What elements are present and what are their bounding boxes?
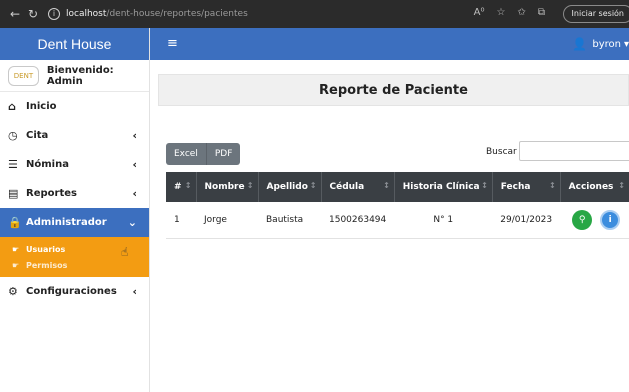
sort-icon: ↕ — [618, 181, 625, 190]
sidebar: Dent House DENT Bienvenido: Admin ⌂ Inic… — [0, 28, 150, 392]
cell-nombre: Jorge — [196, 202, 258, 239]
pdf-button[interactable]: PDF — [206, 143, 241, 165]
cell-fecha: 29/01/2023 — [492, 202, 561, 239]
reload-icon[interactable]: ↻ — [24, 7, 42, 21]
hand-point-icon: ☛ — [12, 244, 20, 254]
submenu-item-permisos[interactable]: ☛ Permisos — [0, 257, 149, 273]
sidebar-item-label: Reportes — [26, 188, 77, 199]
search-input[interactable] — [519, 141, 629, 161]
sidebar-item-configuraciones[interactable]: ⚙ Configuraciones ‹ — [0, 277, 149, 306]
collections-icon[interactable]: ⧉ — [538, 7, 545, 18]
table-header-row: # ↕ Nombre ↕ Apellido ↕ Cédula ↕ Historia Cl… — [166, 172, 629, 202]
info-icon[interactable]: i — [48, 8, 60, 20]
sort-icon: ↕ — [383, 181, 390, 190]
gears-icon: ⚙ — [8, 285, 18, 298]
sort-icon: ↕ — [548, 181, 556, 190]
info-icon[interactable]: i — [600, 209, 621, 230]
chevron-left-icon: ‹ — [132, 187, 137, 200]
url-host: localhost — [66, 9, 107, 19]
column-header-fecha[interactable]: Fecha ↕ — [492, 172, 561, 202]
home-icon: ⌂ — [8, 100, 16, 113]
url-path: /dent-house/reportes/pacientes — [106, 9, 248, 19]
welcome-text: Bienvenido: Admin — [46, 64, 114, 87]
cell-cedula: 1500263494 — [321, 202, 395, 239]
chevron-down-icon: ⌄ — [127, 216, 137, 229]
page-title: Reporte de Paciente — [158, 74, 629, 106]
sidebar-item-administrador[interactable]: 🔒 Administrador ⌄ — [0, 208, 149, 237]
search-icon[interactable]: ⚲ — [572, 209, 593, 230]
top-navbar: ≡ 👤 byron ▾ — [150, 28, 629, 60]
column-header-historia[interactable]: Historia Clínica ↕ — [394, 172, 493, 202]
brand-title[interactable]: Dent House — [0, 28, 149, 60]
sort-icon: ↕ — [184, 181, 192, 190]
signin-button[interactable]: Iniciar sesión — [562, 5, 629, 23]
cell-apellido: Bautista — [258, 202, 321, 239]
back-arrow-icon[interactable]: ← — [6, 7, 24, 21]
search-label: Buscar — [486, 147, 517, 157]
user-menu[interactable]: 👤 byron ▾ — [572, 37, 629, 51]
browser-toolbar: ← ↻ i localhost/dent-house/reportes/paci… — [0, 0, 629, 28]
user-icon: 👤 — [572, 37, 588, 51]
caret-down-icon: ▾ — [623, 38, 629, 50]
sidebar-item-label: Nómina — [26, 159, 69, 170]
column-header-num[interactable]: # ↕ — [166, 172, 197, 202]
lock-icon: 🔒 — [8, 216, 22, 229]
column-header-acciones[interactable]: Acciones ↕ — [560, 172, 629, 202]
excel-button[interactable]: Excel — [166, 143, 207, 165]
column-header-cedula[interactable]: Cédula ↕ — [321, 172, 395, 202]
file-icon: ▤ — [8, 187, 19, 200]
cell-num: 1 — [166, 202, 196, 239]
address-bar[interactable]: localhost/dent-house/reportes/pacientes — [66, 9, 248, 19]
list-icon: ☰ — [8, 158, 18, 171]
submenu-item-label: Usuarios — [26, 244, 66, 254]
hamburger-menu-icon[interactable]: ≡ — [167, 36, 178, 51]
table-row: 1 Jorge Bautista 1500263494 N° 1 29/01/2… — [166, 202, 629, 239]
cell-acciones: ⚲ i — [560, 202, 629, 239]
column-header-apellido[interactable]: Apellido ↕ — [258, 172, 322, 202]
sidebar-item-cita[interactable]: ◷ Cita ‹ — [0, 121, 149, 150]
column-header-nombre[interactable]: Nombre ↕ — [196, 172, 259, 202]
pointer-cursor-icon: ☝ — [121, 245, 129, 259]
sidebar-item-reportes[interactable]: ▤ Reportes ‹ — [0, 179, 149, 208]
sort-icon: ↕ — [309, 181, 317, 190]
sort-icon: ↕ — [246, 181, 254, 190]
sidebar-item-label: Administrador — [26, 217, 107, 228]
user-panel: DENT Bienvenido: Admin — [0, 60, 149, 92]
sidebar-item-label: Cita — [26, 130, 49, 141]
export-buttons: Excel PDF — [166, 143, 241, 165]
sidebar-item-label: Inicio — [26, 101, 57, 112]
main-content: Reporte de Paciente Excel PDF Buscar # ↕ … — [150, 60, 629, 392]
sidebar-item-nomina[interactable]: ☰ Nómina ‹ — [0, 150, 149, 179]
chevron-left-icon: ‹ — [132, 158, 137, 171]
clock-icon: ◷ — [8, 129, 18, 142]
chevron-left-icon: ‹ — [132, 129, 137, 142]
chevron-left-icon: ‹ — [132, 285, 137, 298]
sidebar-item-inicio[interactable]: ⌂ Inicio — [0, 92, 149, 121]
username: byron — [592, 38, 621, 50]
sidebar-item-label: Configuraciones — [26, 286, 117, 297]
favorite-icon[interactable]: ☆ — [497, 7, 506, 18]
submenu-item-label: Permisos — [26, 260, 68, 270]
patients-table: # ↕ Nombre ↕ Apellido ↕ Cédula ↕ Historia Cl… — [166, 172, 629, 239]
hand-point-icon: ☛ — [12, 260, 20, 270]
read-aloud-icon[interactable]: A⁰ — [474, 7, 485, 18]
favorites-list-icon[interactable]: ✩ — [517, 7, 525, 18]
browser-tool-icons: A⁰ ☆ ✩ ⧉ — [474, 7, 545, 18]
sort-icon: ↕ — [481, 181, 488, 190]
cell-historia: N° 1 — [394, 202, 493, 239]
clinic-logo: DENT — [8, 65, 39, 86]
